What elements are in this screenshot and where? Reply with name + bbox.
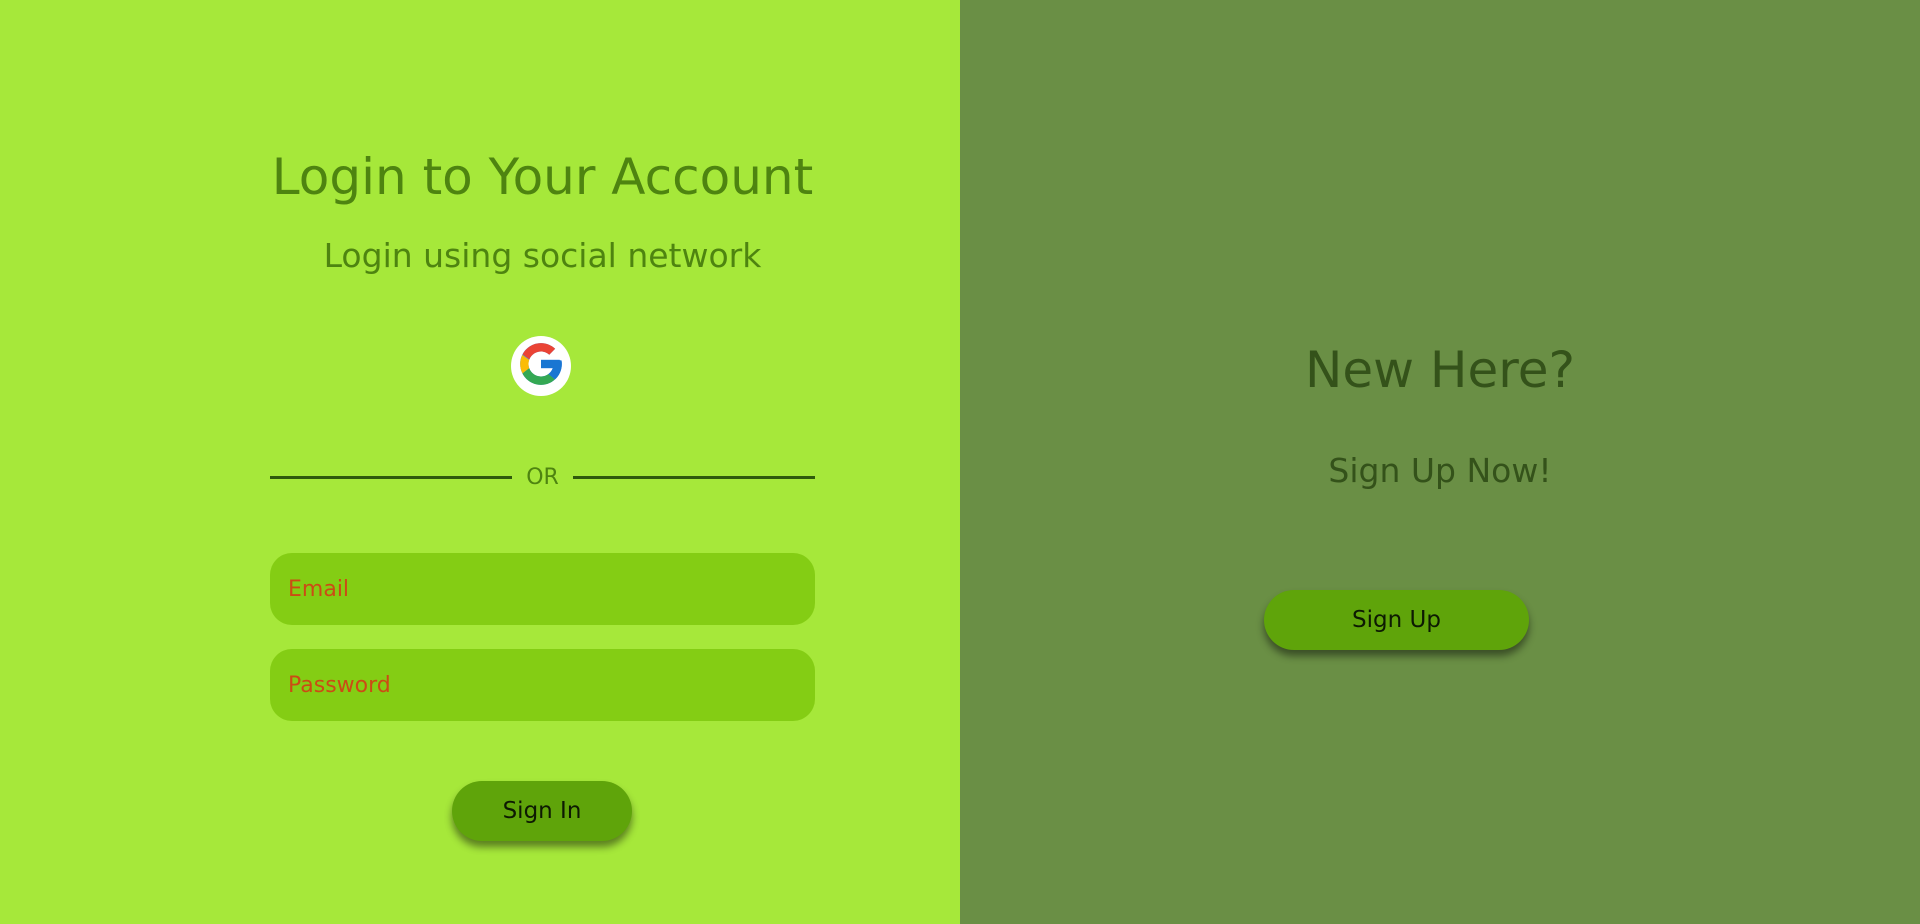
login-panel: Login to Your Account Login using social… [0, 0, 960, 924]
signup-panel: New Here? Sign Up Now! Sign Up [960, 0, 1920, 924]
or-divider: OR [270, 462, 816, 492]
google-login-button[interactable] [511, 336, 571, 396]
login-subtitle: Login using social network [323, 236, 762, 275]
signup-title: New Here? [1304, 341, 1576, 399]
page: Login to Your Account Login using social… [0, 0, 1920, 924]
divider-line-right [572, 475, 816, 479]
signup-subtitle: Sign Up Now! [1328, 451, 1552, 490]
sign-up-button[interactable]: Sign Up [1264, 590, 1529, 650]
google-icon [516, 339, 566, 393]
divider-text: OR [526, 464, 559, 490]
sign-in-button[interactable]: Sign In [452, 781, 632, 841]
login-title: Login to Your Account [271, 148, 814, 206]
email-input[interactable] [270, 553, 815, 625]
divider-line-left [270, 475, 513, 479]
password-input[interactable] [270, 649, 815, 721]
